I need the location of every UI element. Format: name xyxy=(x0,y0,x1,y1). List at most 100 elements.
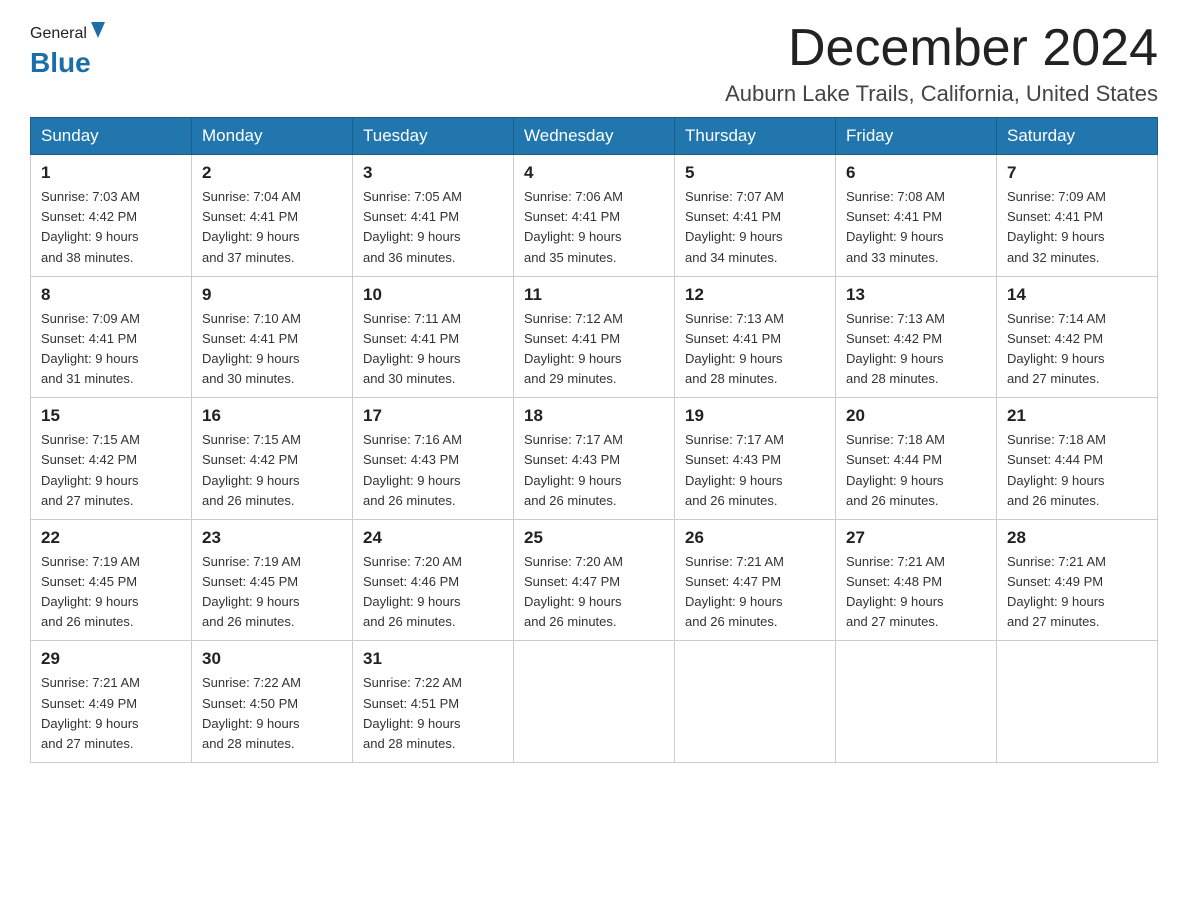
calendar-cell: 6Sunrise: 7:08 AMSunset: 4:41 PMDaylight… xyxy=(836,155,997,277)
weekday-header-sunday: Sunday xyxy=(31,118,192,155)
day-number: 2 xyxy=(202,163,342,183)
calendar-cell: 20Sunrise: 7:18 AMSunset: 4:44 PMDayligh… xyxy=(836,398,997,520)
calendar-cell: 2Sunrise: 7:04 AMSunset: 4:41 PMDaylight… xyxy=(192,155,353,277)
weekday-header-saturday: Saturday xyxy=(997,118,1158,155)
calendar-cell: 11 Sunrise: 7:12 AMSunset: 4:41 PMDayligh… xyxy=(514,276,675,398)
day-number: 9 xyxy=(202,285,342,305)
logo-general-text: General xyxy=(30,25,87,43)
day-number: 23 xyxy=(202,528,342,548)
calendar-cell: 17 Sunrise: 7:16 AMSunset: 4:43 PMDayligh… xyxy=(353,398,514,520)
day-number: 14 xyxy=(1007,285,1147,305)
calendar-cell xyxy=(675,641,836,763)
day-info: Sunrise: 7:18 AMSunset: 4:44 PMDaylight:… xyxy=(1007,430,1147,511)
calendar-week-row: 8Sunrise: 7:09 AMSunset: 4:41 PMDaylight… xyxy=(31,276,1158,398)
calendar-cell: 1 Sunrise: 7:03 AMSunset: 4:42 PMDaylight… xyxy=(31,155,192,277)
location-subtitle: Auburn Lake Trails, California, United S… xyxy=(725,81,1158,107)
calendar-cell: 27 Sunrise: 7:21 AMSunset: 4:48 PMDayligh… xyxy=(836,519,997,641)
weekday-header-thursday: Thursday xyxy=(675,118,836,155)
day-info: Sunrise: 7:08 AMSunset: 4:41 PMDaylight:… xyxy=(846,187,986,268)
calendar-cell: 29Sunrise: 7:21 AMSunset: 4:49 PMDayligh… xyxy=(31,641,192,763)
calendar-week-row: 15 Sunrise: 7:15 AMSunset: 4:42 PMDayligh… xyxy=(31,398,1158,520)
calendar-cell: 23 Sunrise: 7:19 AMSunset: 4:45 PMDayligh… xyxy=(192,519,353,641)
calendar-table: SundayMondayTuesdayWednesdayThursdayFrid… xyxy=(30,117,1158,763)
weekday-header-wednesday: Wednesday xyxy=(514,118,675,155)
calendar-week-row: 29Sunrise: 7:21 AMSunset: 4:49 PMDayligh… xyxy=(31,641,1158,763)
calendar-cell: 16 Sunrise: 7:15 AMSunset: 4:42 PMDayligh… xyxy=(192,398,353,520)
day-number: 31 xyxy=(363,649,503,669)
day-number: 19 xyxy=(685,406,825,426)
calendar-cell: 10 Sunrise: 7:11 AMSunset: 4:41 PMDayligh… xyxy=(353,276,514,398)
calendar-cell: 5 Sunrise: 7:07 AMSunset: 4:41 PMDaylight… xyxy=(675,155,836,277)
calendar-cell: 28Sunrise: 7:21 AMSunset: 4:49 PMDayligh… xyxy=(997,519,1158,641)
day-number: 25 xyxy=(524,528,664,548)
day-info: Sunrise: 7:07 AMSunset: 4:41 PMDaylight:… xyxy=(685,187,825,268)
calendar-cell: 14 Sunrise: 7:14 AMSunset: 4:42 PMDayligh… xyxy=(997,276,1158,398)
day-info: Sunrise: 7:15 AMSunset: 4:42 PMDaylight:… xyxy=(202,430,342,511)
calendar-cell: 30 Sunrise: 7:22 AMSunset: 4:50 PMDayligh… xyxy=(192,641,353,763)
day-info: Sunrise: 7:21 AMSunset: 4:47 PMDaylight:… xyxy=(685,552,825,633)
logo-arrow-icon xyxy=(87,20,109,47)
day-number: 16 xyxy=(202,406,342,426)
day-number: 1 xyxy=(41,163,181,183)
day-number: 29 xyxy=(41,649,181,669)
calendar-cell: 21Sunrise: 7:18 AMSunset: 4:44 PMDayligh… xyxy=(997,398,1158,520)
weekday-header-tuesday: Tuesday xyxy=(353,118,514,155)
calendar-cell: 25 Sunrise: 7:20 AMSunset: 4:47 PMDayligh… xyxy=(514,519,675,641)
calendar-cell: 18Sunrise: 7:17 AMSunset: 4:43 PMDayligh… xyxy=(514,398,675,520)
day-number: 24 xyxy=(363,528,503,548)
day-info: Sunrise: 7:19 AMSunset: 4:45 PMDaylight:… xyxy=(202,552,342,633)
day-number: 17 xyxy=(363,406,503,426)
calendar-cell: 31Sunrise: 7:22 AMSunset: 4:51 PMDayligh… xyxy=(353,641,514,763)
day-info: Sunrise: 7:13 AMSunset: 4:41 PMDaylight:… xyxy=(685,309,825,390)
day-info: Sunrise: 7:22 AMSunset: 4:50 PMDaylight:… xyxy=(202,673,342,754)
day-number: 30 xyxy=(202,649,342,669)
calendar-cell xyxy=(997,641,1158,763)
calendar-cell xyxy=(514,641,675,763)
day-number: 26 xyxy=(685,528,825,548)
day-info: Sunrise: 7:19 AMSunset: 4:45 PMDaylight:… xyxy=(41,552,181,633)
day-info: Sunrise: 7:12 AMSunset: 4:41 PMDaylight:… xyxy=(524,309,664,390)
calendar-cell: 7 Sunrise: 7:09 AMSunset: 4:41 PMDaylight… xyxy=(997,155,1158,277)
day-number: 13 xyxy=(846,285,986,305)
day-number: 7 xyxy=(1007,163,1147,183)
day-number: 12 xyxy=(685,285,825,305)
calendar-cell xyxy=(836,641,997,763)
day-number: 22 xyxy=(41,528,181,548)
day-number: 15 xyxy=(41,406,181,426)
day-info: Sunrise: 7:16 AMSunset: 4:43 PMDaylight:… xyxy=(363,430,503,511)
day-info: Sunrise: 7:20 AMSunset: 4:47 PMDaylight:… xyxy=(524,552,664,633)
day-info: Sunrise: 7:17 AMSunset: 4:43 PMDaylight:… xyxy=(685,430,825,511)
day-info: Sunrise: 7:09 AMSunset: 4:41 PMDaylight:… xyxy=(1007,187,1147,268)
calendar-cell: 26 Sunrise: 7:21 AMSunset: 4:47 PMDayligh… xyxy=(675,519,836,641)
day-info: Sunrise: 7:20 AMSunset: 4:46 PMDaylight:… xyxy=(363,552,503,633)
calendar-week-row: 1 Sunrise: 7:03 AMSunset: 4:42 PMDaylight… xyxy=(31,155,1158,277)
day-number: 10 xyxy=(363,285,503,305)
day-info: Sunrise: 7:14 AMSunset: 4:42 PMDaylight:… xyxy=(1007,309,1147,390)
day-number: 27 xyxy=(846,528,986,548)
weekday-header-row: SundayMondayTuesdayWednesdayThursdayFrid… xyxy=(31,118,1158,155)
title-block: December 2024 Auburn Lake Trails, Califo… xyxy=(725,20,1158,107)
calendar-cell: 24 Sunrise: 7:20 AMSunset: 4:46 PMDayligh… xyxy=(353,519,514,641)
day-info: Sunrise: 7:18 AMSunset: 4:44 PMDaylight:… xyxy=(846,430,986,511)
day-info: Sunrise: 7:03 AMSunset: 4:42 PMDaylight:… xyxy=(41,187,181,268)
calendar-week-row: 22 Sunrise: 7:19 AMSunset: 4:45 PMDayligh… xyxy=(31,519,1158,641)
calendar-cell: 13 Sunrise: 7:13 AMSunset: 4:42 PMDayligh… xyxy=(836,276,997,398)
day-info: Sunrise: 7:06 AMSunset: 4:41 PMDaylight:… xyxy=(524,187,664,268)
calendar-cell: 9Sunrise: 7:10 AMSunset: 4:41 PMDaylight… xyxy=(192,276,353,398)
calendar-cell: 19 Sunrise: 7:17 AMSunset: 4:43 PMDayligh… xyxy=(675,398,836,520)
day-info: Sunrise: 7:15 AMSunset: 4:42 PMDaylight:… xyxy=(41,430,181,511)
day-info: Sunrise: 7:21 AMSunset: 4:48 PMDaylight:… xyxy=(846,552,986,633)
page-header: General Blue December 2024 Auburn Lake T… xyxy=(30,20,1158,107)
calendar-cell: 4 Sunrise: 7:06 AMSunset: 4:41 PMDaylight… xyxy=(514,155,675,277)
day-number: 11 xyxy=(524,285,664,305)
day-info: Sunrise: 7:11 AMSunset: 4:41 PMDaylight:… xyxy=(363,309,503,390)
calendar-cell: 3 Sunrise: 7:05 AMSunset: 4:41 PMDaylight… xyxy=(353,155,514,277)
day-info: Sunrise: 7:13 AMSunset: 4:42 PMDaylight:… xyxy=(846,309,986,390)
calendar-cell: 15 Sunrise: 7:15 AMSunset: 4:42 PMDayligh… xyxy=(31,398,192,520)
day-number: 18 xyxy=(524,406,664,426)
day-number: 5 xyxy=(685,163,825,183)
day-number: 3 xyxy=(363,163,503,183)
day-number: 28 xyxy=(1007,528,1147,548)
day-info: Sunrise: 7:05 AMSunset: 4:41 PMDaylight:… xyxy=(363,187,503,268)
day-number: 4 xyxy=(524,163,664,183)
